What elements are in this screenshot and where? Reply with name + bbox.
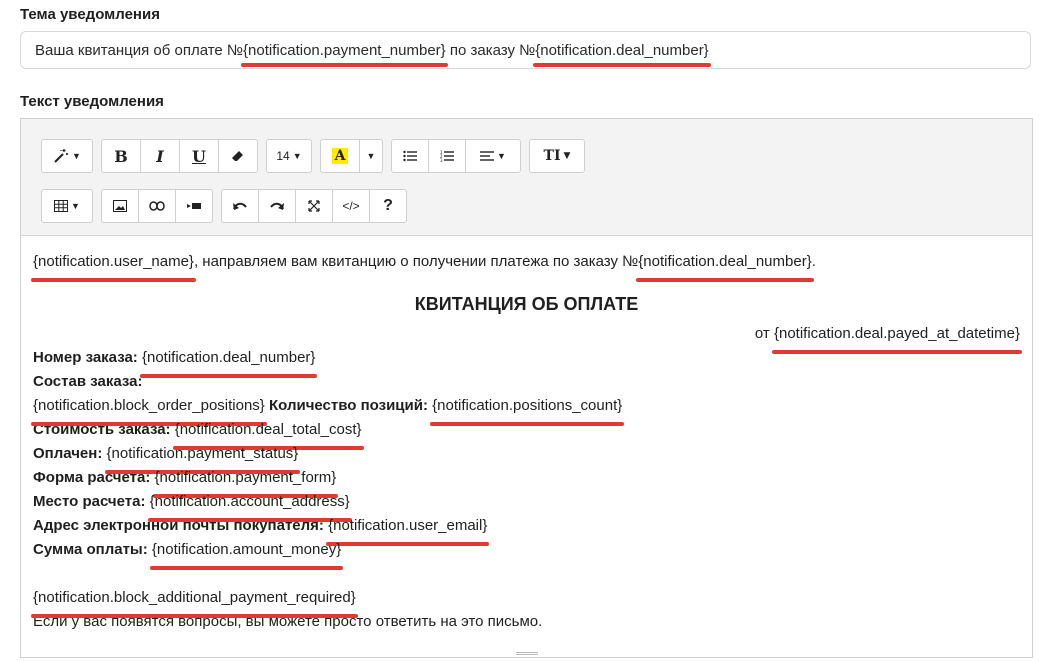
link-icon xyxy=(149,201,165,211)
video-icon xyxy=(187,203,201,209)
undo-icon xyxy=(233,202,247,210)
from-label: от xyxy=(754,325,774,342)
editor-content[interactable]: {notification.user_name}, направляем вам… xyxy=(21,236,1032,634)
fullscreen-button[interactable] xyxy=(295,189,333,223)
table-icon xyxy=(54,200,69,212)
ordered-list-icon: 1 2 3 xyxy=(440,150,454,162)
help-button[interactable]: ? xyxy=(369,189,407,223)
text-color-button[interactable]: A xyxy=(320,139,360,173)
svg-text:3: 3 xyxy=(440,158,443,162)
table-button[interactable]: ▼ xyxy=(41,189,93,223)
font-size-value: 14 xyxy=(276,149,290,163)
var-amount-money: {notification.amount_money} xyxy=(149,538,344,570)
order-composition-label: Состав заказа: xyxy=(33,373,143,390)
font-size-button[interactable]: 14 ▼ xyxy=(266,139,312,173)
text-color-icon: A xyxy=(331,148,349,164)
undo-button[interactable] xyxy=(221,189,259,223)
ordered-list-button[interactable]: 1 2 3 xyxy=(428,139,466,173)
var-greeting-deal-number: {notification.deal_number} xyxy=(636,250,815,282)
link-button[interactable] xyxy=(138,189,176,223)
text-style-button[interactable]: TI ▼ xyxy=(529,139,585,173)
subject-prefix: Ваша квитанция об оплате № xyxy=(35,41,244,59)
rich-text-editor[interactable]: ▼ B I U 14 ▼ A ▼ 1 2 3 ▼ TI ▼ ▼ </> ? {n… xyxy=(20,118,1033,658)
align-button[interactable]: ▼ xyxy=(465,139,521,173)
subject-input[interactable]: Ваша квитанция об оплате № {notification… xyxy=(20,31,1031,69)
align-icon xyxy=(480,151,495,161)
redo-icon xyxy=(270,202,284,210)
payment-place-label: Место расчета: xyxy=(33,493,150,510)
subject-label: Тема уведомления xyxy=(20,6,160,23)
var-payment-status: {notification.payment_status} xyxy=(104,442,301,474)
eraser-button[interactable] xyxy=(218,139,258,173)
magic-wand-button[interactable]: ▼ xyxy=(41,139,93,173)
editor-toolbar: ▼ B I U 14 ▼ A ▼ 1 2 3 ▼ TI ▼ ▼ </> ? xyxy=(21,119,1032,236)
eraser-icon xyxy=(232,151,243,161)
var-deal-number: {notification.deal_number} xyxy=(139,346,318,378)
var-user-email: {notification.user_email} xyxy=(326,514,490,546)
greeting-text: , направляем вам квитанцию о получении п… xyxy=(193,253,639,270)
paid-label: Оплачен: xyxy=(33,445,107,462)
code-view-button[interactable]: </> xyxy=(332,189,370,223)
positions-count-label: Количество позиций: xyxy=(264,397,433,414)
bold-button[interactable]: B xyxy=(101,139,141,173)
fullscreen-icon xyxy=(308,200,320,212)
video-button[interactable] xyxy=(175,189,213,223)
italic-button[interactable]: I xyxy=(140,139,180,173)
text-style-icon: TI xyxy=(543,148,561,164)
image-icon xyxy=(113,200,127,212)
unordered-list-icon xyxy=(403,150,417,162)
var-deal-total-cost: {notification.deal_total_cost} xyxy=(172,418,364,450)
payment-sum-label: Сумма оплаты: xyxy=(33,541,152,558)
var-positions-count: {notification.positions_count} xyxy=(430,394,625,426)
var-payed-at-datetime: {notification.deal.payed_at_datetime} xyxy=(771,322,1023,354)
unordered-list-button[interactable] xyxy=(391,139,429,173)
magic-wand-icon xyxy=(54,149,69,163)
body-label: Текст уведомления xyxy=(20,93,164,110)
order-number-label: Номер заказа: xyxy=(33,349,142,366)
greeting-end: . xyxy=(811,253,816,270)
subject-middle: по заказу № xyxy=(445,41,536,59)
editor-resize-handle[interactable] xyxy=(21,649,1032,657)
var-block-additional-payment: {notification.block_additional_payment_r… xyxy=(31,586,358,618)
redo-button[interactable] xyxy=(258,189,296,223)
receipt-title: КВИТАНЦИЯ ОБ ОПЛАТЕ xyxy=(414,294,639,314)
var-block-order-positions: {notification.block_order_positions} xyxy=(31,394,267,426)
var-payment-form: {notification.payment_form} xyxy=(152,466,339,498)
subject-var-payment-number: {notification.payment_number} xyxy=(241,41,448,67)
subject-var-deal-number: {notification.deal_number} xyxy=(533,41,712,67)
image-button[interactable] xyxy=(101,189,139,223)
var-account-address: {notification.account_address} xyxy=(147,490,352,522)
text-color-dropdown[interactable]: ▼ xyxy=(359,139,383,173)
var-user-name: {notification.user_name} xyxy=(31,250,196,282)
underline-button[interactable]: U xyxy=(179,139,219,173)
